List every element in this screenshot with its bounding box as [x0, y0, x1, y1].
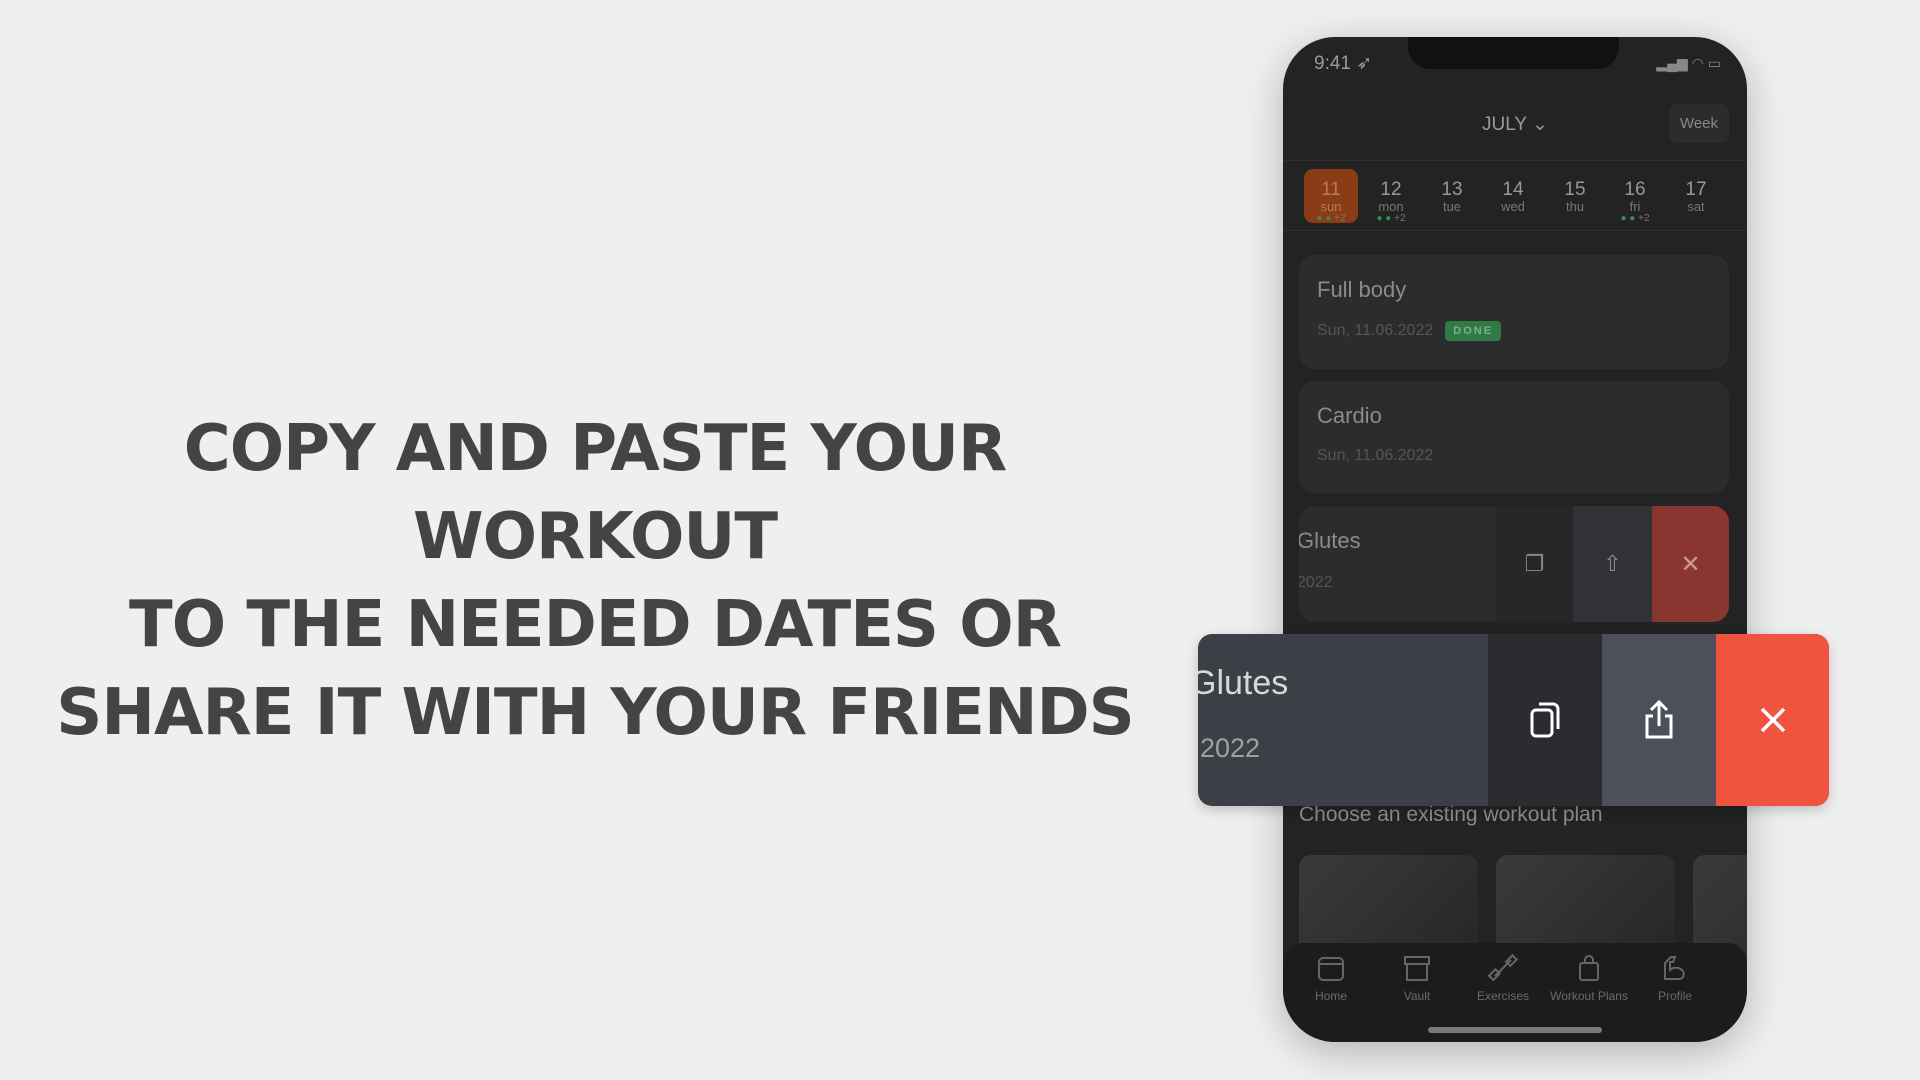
home-indicator	[1428, 1027, 1602, 1033]
muscle-icon	[1664, 956, 1685, 980]
day-15[interactable]: 15 thu	[1548, 169, 1602, 223]
workout-title: Glutes	[1299, 528, 1361, 553]
day-16[interactable]: 16 fri ● ● +2	[1608, 169, 1662, 224]
workout-title: Cardio	[1317, 403, 1382, 428]
delete-button[interactable]: ✕	[1652, 506, 1729, 622]
calendar-icon	[1318, 957, 1344, 981]
copy-button[interactable]	[1488, 634, 1602, 806]
swipe-actions-preview: Glutes 2022	[1198, 634, 1829, 806]
share-icon: ⇧	[1603, 551, 1622, 576]
day-12[interactable]: 12 mon ● ● +2	[1364, 169, 1418, 224]
status-icons: ▂▄▆ ◠ ▭	[1656, 55, 1721, 72]
status-badge: DONE	[1445, 321, 1502, 341]
close-icon: ✕	[1680, 550, 1701, 578]
divider	[1283, 230, 1747, 231]
workout-card[interactable]: Cardio Sun, 11.06.2022	[1299, 381, 1729, 493]
day-14[interactable]: 14 wed	[1486, 169, 1540, 223]
status-time: 9:41 ➶	[1314, 53, 1373, 74]
day-17[interactable]: 17 sat	[1669, 169, 1723, 223]
workout-date: 2022	[1200, 733, 1261, 763]
location-icon: ➶	[1356, 53, 1373, 74]
delete-button[interactable]	[1716, 634, 1829, 806]
tab-vault[interactable]: Vault	[1371, 953, 1463, 1003]
copy-icon: ❐	[1524, 551, 1545, 576]
notch	[1408, 37, 1619, 69]
section-title: Choose an existing workout plan	[1299, 803, 1603, 826]
workout-card-swiped[interactable]: Glutes 2022 ❐ ⇧ ✕	[1299, 506, 1729, 622]
close-icon	[1760, 707, 1785, 733]
workout-title: Glutes	[1198, 664, 1289, 702]
workout-date: Sun, 11.06.2022	[1317, 447, 1434, 464]
battery-icon: ▭	[1707, 55, 1721, 71]
week-toggle-button[interactable]: Week	[1669, 104, 1729, 143]
tab-profile[interactable]: Profile	[1629, 953, 1721, 1003]
headline-line: SHARE IT WITH YOUR FRIENDS	[56, 676, 1134, 750]
headline-line: COPY AND PASTE YOUR WORKOUT	[183, 412, 1007, 574]
bag-icon	[1579, 955, 1599, 981]
day-13[interactable]: 13 tue	[1425, 169, 1479, 223]
workout-card[interactable]: Full body Sun, 11.06.2022 DONE	[1299, 255, 1729, 369]
workout-date: Sun, 11.06.2022 DONE	[1317, 321, 1502, 341]
tab-exercises[interactable]: Exercises	[1457, 953, 1549, 1003]
day-11[interactable]: 11 sun ● ● +2	[1304, 169, 1358, 224]
share-icon	[1645, 699, 1673, 739]
wifi-icon: ◠	[1691, 55, 1704, 71]
headline: COPY AND PASTE YOUR WORKOUT TO THE NEEDE…	[40, 405, 1150, 757]
share-button[interactable]	[1602, 634, 1716, 806]
workout-title: Full body	[1317, 277, 1407, 302]
share-button[interactable]: ⇧	[1573, 506, 1652, 622]
headline-line: TO THE NEEDED DATES OR	[129, 588, 1062, 662]
copy-button[interactable]: ❐	[1496, 506, 1573, 622]
phone-mockup: 9:41 ➶ ▂▄▆ ◠ ▭ JULY ⌄ Week 11 sun ● ● +2 1…	[1283, 37, 1747, 1042]
copy-icon	[1530, 702, 1560, 738]
workout-date: 2022	[1299, 574, 1333, 591]
signal-icon: ▂▄▆	[1656, 55, 1688, 71]
tab-workout-plans[interactable]: Workout Plans	[1543, 953, 1635, 1003]
divider	[1283, 160, 1747, 161]
chevron-down-icon: ⌄	[1532, 114, 1548, 135]
box-icon	[1404, 956, 1430, 981]
tab-home[interactable]: Home	[1285, 953, 1377, 1003]
dumbbell-icon	[1488, 953, 1518, 982]
